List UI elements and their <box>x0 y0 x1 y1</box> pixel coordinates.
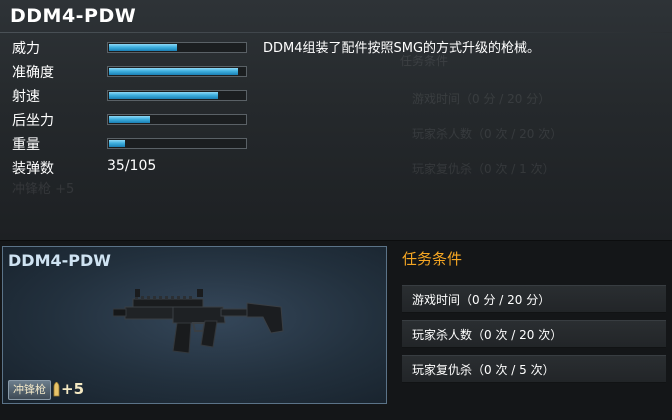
ghost-text: 游戏时间（0 分 / 20 分） <box>412 92 551 106</box>
mission-item: 玩家复仇杀（0 次 / 5 次） <box>402 355 666 383</box>
weapon-card[interactable]: DDM4-PDW 冲锋枪 +5 <box>2 246 387 404</box>
stat-row-fire-rate: 射速 <box>12 85 247 105</box>
stat-label: 威力 <box>12 41 40 57</box>
stat-bar-fill <box>109 92 218 99</box>
upgrade-level: +5 <box>61 380 85 398</box>
weapon-description: DDM4组装了配件按照SMG的方式升级的枪械。 <box>263 41 541 56</box>
stat-bar-fill <box>109 44 177 51</box>
ammo-value: 35/105 <box>107 158 157 174</box>
weapon-info-panel: 任务条件 游戏时间（0 分 / 20 分） 玩家杀人数（0 次 / 20 次） … <box>0 0 672 241</box>
stat-label: 重量 <box>12 137 40 153</box>
stat-bar <box>107 114 247 125</box>
stat-bar <box>107 90 247 101</box>
ammo-label: 装弹数 <box>12 161 54 177</box>
stat-row-ammo: 装弹数 35/105 <box>12 157 242 177</box>
stat-label: 射速 <box>12 89 40 105</box>
card-weapon-name: DDM4-PDW <box>8 251 111 270</box>
stat-bar-fill <box>109 140 126 147</box>
bullet-icon <box>53 382 60 397</box>
stat-row-weight: 重量 <box>12 133 247 153</box>
ghost-text: 冲锋枪 +5 <box>12 182 75 197</box>
ghost-text: 玩家复仇杀（0 次 / 1 次） <box>412 162 555 176</box>
stat-bar <box>107 138 247 149</box>
stat-row-recoil: 后坐力 <box>12 109 247 129</box>
mission-item-text: 玩家复仇杀（0 次 / 5 次） <box>412 363 555 377</box>
stat-bar <box>107 66 247 77</box>
ghost-text: 玩家杀人数（0 次 / 20 次） <box>412 127 563 141</box>
stat-label: 准确度 <box>12 65 54 81</box>
mission-item-text: 玩家杀人数（0 次 / 20 次） <box>412 328 563 342</box>
mission-title: 任务条件 <box>402 250 463 268</box>
stat-row-power: 威力 <box>12 37 247 57</box>
rifle-icon <box>113 289 284 354</box>
stat-bar <box>107 42 247 53</box>
weapon-name: DDM4-PDW <box>10 5 137 27</box>
stat-row-accuracy: 准确度 <box>12 61 247 81</box>
title-divider <box>0 32 672 33</box>
stat-bar-fill <box>109 116 150 123</box>
stat-bar-fill <box>109 68 239 75</box>
weapon-type-badge: 冲锋枪 <box>8 380 51 400</box>
stat-label: 后坐力 <box>12 113 54 129</box>
mission-item-text: 游戏时间（0 分 / 20 分） <box>412 293 551 307</box>
mission-item: 游戏时间（0 分 / 20 分） <box>402 285 666 313</box>
mission-item: 玩家杀人数（0 次 / 20 次） <box>402 320 666 348</box>
